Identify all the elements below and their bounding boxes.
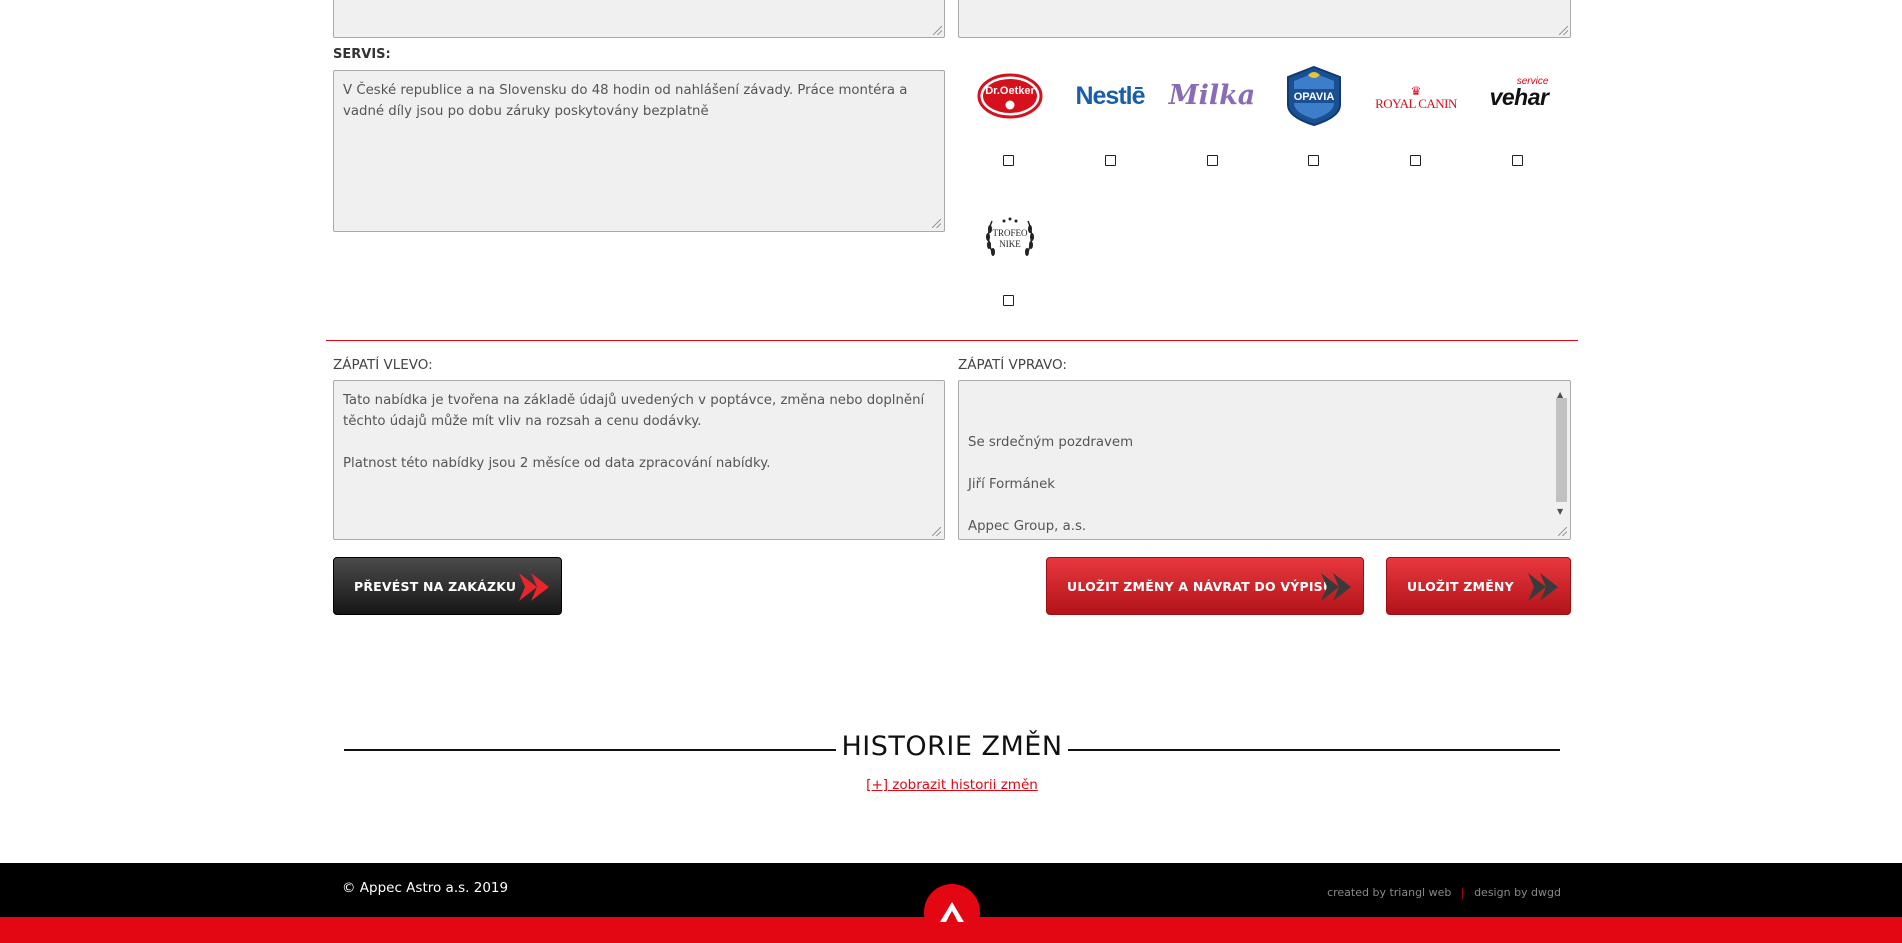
nestle-logo: Nestlē <box>1068 74 1152 118</box>
history-line-right <box>1068 749 1560 751</box>
save-and-return-button[interactable]: ULOŽIT ZMĚNY A NÁVRAT DO VÝPISU <box>1046 557 1364 615</box>
servis-label: SERVIS: <box>333 47 391 62</box>
trofeo-nike-logo: TROFEO NIKE <box>978 206 1042 268</box>
history-line-left <box>344 749 836 751</box>
trofeo-text-2: NIKE <box>999 239 1021 249</box>
vehar-service-text: service <box>1516 75 1549 87</box>
opavia-logo: OPAVIA <box>1282 64 1346 128</box>
vehar-text: vehar <box>1489 83 1549 110</box>
double-chevron-right-icon <box>1321 573 1351 601</box>
section-divider <box>326 340 1578 341</box>
footer-right-textarea[interactable]: Se srdečným pozdravem Jiří Formánek Appe… <box>958 380 1571 540</box>
design-by-link[interactable]: design by dwgd <box>1474 886 1561 899</box>
footer-credits: created by triangl web | design by dwgd <box>1327 886 1561 899</box>
footer-right-text: Se srdečným pozdravem Jiří Formánek Appe… <box>968 435 1134 534</box>
logo-checkbox-trofeo-nike[interactable] <box>1003 295 1014 306</box>
logo-checkbox-opavia[interactable] <box>1308 155 1319 166</box>
logo-checkbox-nestle[interactable] <box>1105 155 1116 166</box>
show-history-link[interactable]: [+] zobrazit historii změn <box>800 777 1104 793</box>
scroll-thumb[interactable] <box>1556 398 1567 502</box>
vehar-logo: service vehar <box>1476 76 1562 114</box>
history-title: HISTORIE ZMĚN <box>841 731 1063 762</box>
servis-textarea[interactable]: V České republice a na Slovensku do 48 h… <box>333 70 945 232</box>
footer-left-textarea[interactable]: Tato nabídka je tvořena na základě údajů… <box>333 380 945 540</box>
dr-oetker-text: Dr.Oetker <box>985 85 1035 97</box>
convert-to-order-button[interactable]: PŘEVÉST NA ZAKÁZKU <box>333 557 562 615</box>
credits-separator: | <box>1460 886 1465 899</box>
scroll-down-icon[interactable]: ▼ <box>1557 501 1563 522</box>
appec-logo-icon <box>940 902 964 922</box>
double-chevron-right-icon <box>1528 573 1558 601</box>
created-by-link[interactable]: created by triangl web <box>1327 886 1451 899</box>
save-return-button-label: ULOŽIT ZMĚNY A NÁVRAT DO VÝPISU <box>1067 578 1334 594</box>
logo-checkbox-dr-oetker[interactable] <box>1003 155 1014 166</box>
textarea-scrollbar[interactable]: ▲ ▼ <box>1554 382 1569 538</box>
double-chevron-right-icon <box>519 573 549 601</box>
save-button-label: ULOŽIT ZMĚNY <box>1407 578 1514 594</box>
milka-text: Milka <box>1168 79 1256 111</box>
save-button[interactable]: ULOŽIT ZMĚNY <box>1386 557 1571 615</box>
resize-grip[interactable] <box>933 26 942 35</box>
logo-checkbox-milka[interactable] <box>1207 155 1218 166</box>
previous-right-textarea[interactable] <box>958 0 1571 38</box>
resize-grip[interactable] <box>1559 26 1568 35</box>
convert-button-label: PŘEVÉST NA ZAKÁZKU <box>354 578 517 594</box>
logo-checkbox-royal-canin[interactable] <box>1410 155 1421 166</box>
resize-grip[interactable] <box>932 527 941 536</box>
resize-grip[interactable] <box>1558 527 1567 536</box>
footer-left-label: ZÁPATÍ VLEVO: <box>333 357 433 373</box>
logo-checkbox-vehar[interactable] <box>1512 155 1523 166</box>
milka-logo: Milka <box>1169 72 1256 118</box>
brand-logo-badge[interactable] <box>924 884 980 940</box>
previous-left-textarea[interactable] <box>333 0 945 38</box>
royal-canin-logo: ♛ ROYAL CANIN <box>1372 80 1460 116</box>
footer-copyright: © Appec Astro a.s. 2019 <box>342 880 509 896</box>
resize-grip[interactable] <box>932 219 941 228</box>
nestle-text: Nestlē <box>1075 81 1145 110</box>
royal-canin-text: ROYAL CANIN <box>1375 96 1457 111</box>
footer-right-label: ZÁPATÍ VPRAVO: <box>958 357 1067 373</box>
trofeo-text-1: TROFEO <box>992 228 1028 238</box>
opavia-text: OPAVIA <box>1294 91 1335 103</box>
dr-oetker-logo: Dr.Oetker <box>972 70 1048 122</box>
